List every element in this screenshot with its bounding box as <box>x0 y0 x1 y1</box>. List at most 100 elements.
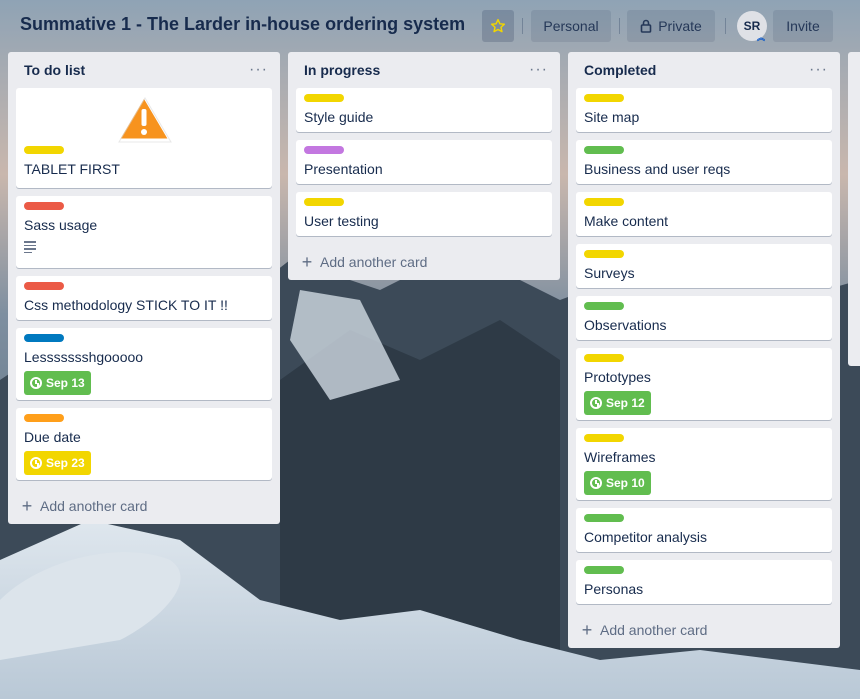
add-card-button[interactable]: + Add another card <box>16 488 272 524</box>
add-card-button[interactable]: + Add another card <box>296 244 552 280</box>
card-label <box>304 146 344 154</box>
header-divider <box>619 18 620 34</box>
card-personas[interactable]: Personas <box>576 560 832 604</box>
list-header[interactable]: In progress ··· <box>296 52 552 88</box>
add-card-label: Add another card <box>40 498 148 514</box>
list-completed: Completed ··· Site map Business and user… <box>568 52 840 648</box>
clock-icon <box>590 397 602 409</box>
card-cover-image <box>24 92 264 146</box>
card-label <box>304 198 344 206</box>
clock-icon <box>30 457 42 469</box>
star-icon <box>490 18 506 33</box>
list-partial-offscreen[interactable] <box>848 52 860 366</box>
header-divider <box>522 18 523 34</box>
card-label <box>584 94 624 102</box>
card-label <box>304 94 344 102</box>
invite-button[interactable]: Invite <box>773 10 833 42</box>
list-header[interactable]: To do list ··· <box>16 52 272 88</box>
clock-icon <box>30 377 42 389</box>
card-title: Due date <box>24 429 81 445</box>
card-title: Competitor analysis <box>584 529 707 545</box>
private-label: Private <box>658 18 702 34</box>
due-date-text: Sep 12 <box>606 396 645 410</box>
description-icon <box>24 241 36 253</box>
card-competitor-analysis[interactable]: Competitor analysis <box>576 508 832 552</box>
card-title: Site map <box>584 109 640 125</box>
card-label <box>584 514 624 522</box>
list-to-do: To do list ··· TABLET FIRST Sass usage C… <box>8 52 280 524</box>
card-label <box>24 146 64 154</box>
plus-icon: + <box>21 495 33 516</box>
board-header: Summative 1 - The Larder in-house orderi… <box>0 0 860 52</box>
card-title: User testing <box>304 213 379 229</box>
card-css-methodology[interactable]: Css methodology STICK TO IT !! <box>16 276 272 320</box>
card-user-testing[interactable]: User testing <box>296 192 552 236</box>
card-title: Wireframes <box>584 449 656 465</box>
due-date-text: Sep 23 <box>46 456 85 470</box>
card-title: Business and user reqs <box>584 161 731 177</box>
card-make-content[interactable]: Make content <box>576 192 832 236</box>
list-menu-icon[interactable]: ··· <box>809 61 828 79</box>
card-title: Observations <box>584 317 667 333</box>
add-card-label: Add another card <box>600 622 708 638</box>
warning-sign-icon <box>116 94 172 143</box>
add-card-label: Add another card <box>320 254 428 270</box>
card-presentation[interactable]: Presentation <box>296 140 552 184</box>
card-business-user-reqs[interactable]: Business and user reqs <box>576 140 832 184</box>
list-menu-icon[interactable]: ··· <box>529 61 548 79</box>
visibility-button[interactable]: Private <box>627 10 715 42</box>
card-due-date[interactable]: Due date Sep 23 <box>16 408 272 480</box>
card-title: Make content <box>584 213 669 229</box>
card-title: Surveys <box>584 265 635 281</box>
card-label <box>584 434 624 442</box>
due-date-badge[interactable]: Sep 10 <box>584 471 651 495</box>
card-title: Prototypes <box>584 369 651 385</box>
personal-team-button[interactable]: Personal <box>531 10 611 42</box>
card-label <box>24 282 64 290</box>
plus-icon: + <box>301 251 313 272</box>
due-date-badge[interactable]: Sep 13 <box>24 371 91 395</box>
list-menu-icon[interactable]: ··· <box>249 61 268 79</box>
card-title: Sass usage <box>24 217 98 233</box>
plus-icon: + <box>581 619 593 640</box>
card-label <box>584 354 624 362</box>
star-board-button[interactable] <box>482 10 514 42</box>
card-label <box>24 414 64 422</box>
card-title: Personas <box>584 581 644 597</box>
card-label <box>584 302 624 310</box>
card-sass-usage[interactable]: Sass usage <box>16 196 272 268</box>
clock-icon <box>590 477 602 489</box>
avatar-initials: SR <box>743 19 761 33</box>
card-label <box>584 146 624 154</box>
admin-chevron-icon: ︽ <box>757 33 765 42</box>
card-label <box>584 566 624 574</box>
card-lessssssshgooooo[interactable]: Lessssssshgooooo Sep 13 <box>16 328 272 400</box>
card-title: Style guide <box>304 109 374 125</box>
card-label <box>24 202 64 210</box>
card-prototypes[interactable]: Prototypes Sep 12 <box>576 348 832 420</box>
list-header[interactable]: Completed ··· <box>576 52 832 88</box>
lock-icon <box>640 19 652 33</box>
card-title: TABLET FIRST <box>24 161 120 177</box>
card-observations[interactable]: Observations <box>576 296 832 340</box>
list-title[interactable]: Completed <box>584 62 809 78</box>
add-card-button[interactable]: + Add another card <box>576 612 832 648</box>
card-site-map[interactable]: Site map <box>576 88 832 132</box>
list-title[interactable]: In progress <box>304 62 529 78</box>
invite-label: Invite <box>786 18 820 34</box>
member-avatar[interactable]: SR ︽ <box>737 11 767 42</box>
card-title: Css methodology STICK TO IT !! <box>24 297 228 313</box>
due-date-badge[interactable]: Sep 23 <box>24 451 91 475</box>
card-style-guide[interactable]: Style guide <box>296 88 552 132</box>
card-label <box>584 198 624 206</box>
header-divider <box>725 18 726 34</box>
card-surveys[interactable]: Surveys <box>576 244 832 288</box>
board-title[interactable]: Summative 1 - The Larder in-house orderi… <box>20 14 465 35</box>
card-tablet-first[interactable]: TABLET FIRST <box>16 88 272 188</box>
card-label <box>24 334 64 342</box>
personal-label: Personal <box>543 18 599 34</box>
list-in-progress: In progress ··· Style guide Presentation… <box>288 52 560 280</box>
list-title[interactable]: To do list <box>24 62 249 78</box>
due-date-badge[interactable]: Sep 12 <box>584 391 651 415</box>
card-wireframes[interactable]: Wireframes Sep 10 <box>576 428 832 500</box>
